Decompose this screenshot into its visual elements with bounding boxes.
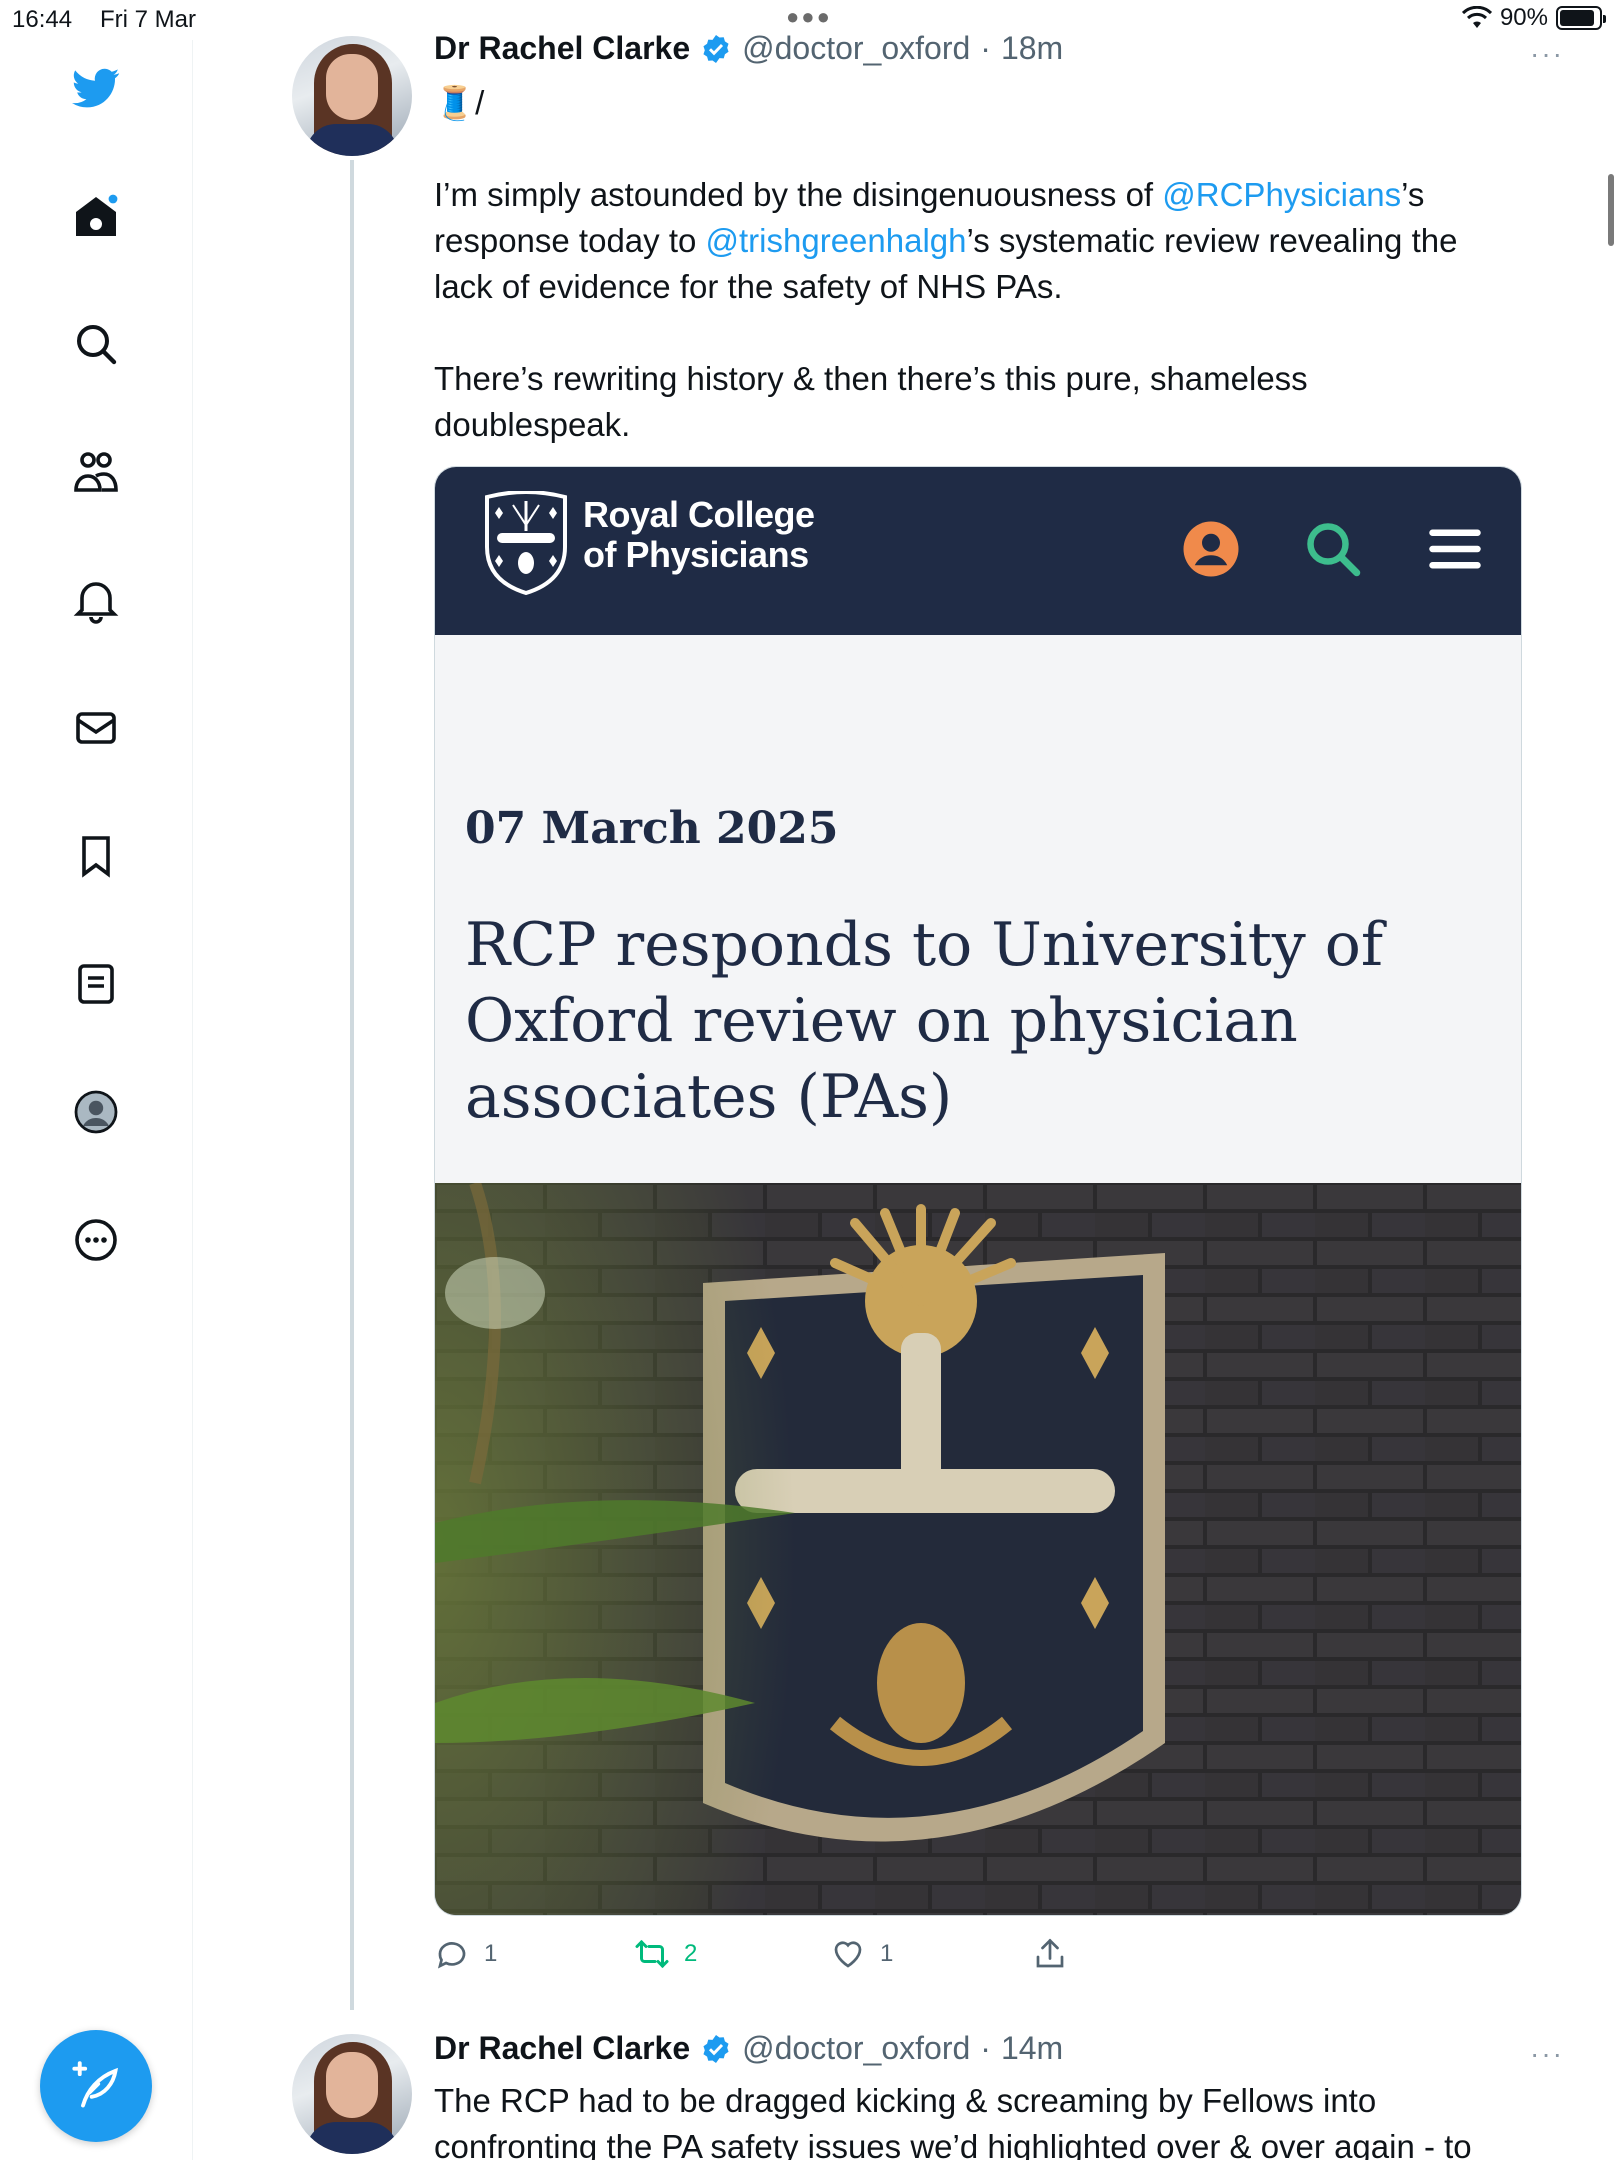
messages-envelope-icon[interactable]: [68, 700, 124, 756]
author-avatar[interactable]: [292, 2034, 412, 2154]
site-menu-icon: [1429, 529, 1481, 569]
like-count: 1: [880, 1940, 894, 1967]
reply-count: 1: [484, 1940, 498, 1967]
tweet-body: I’m simply astounded by the disingenuous…: [434, 172, 1504, 448]
tweet-time[interactable]: 18m: [1001, 30, 1063, 67]
tweet-body: The RCP had to be dragged kicking & scre…: [434, 2078, 1504, 2160]
reply-icon: [437, 1942, 466, 1969]
rcp-crest-logo: [485, 491, 567, 595]
article-date: 07 March 2025: [465, 803, 839, 854]
tweet-more-button[interactable]: ···: [1530, 2038, 1564, 2070]
verified-badge-icon: [703, 34, 729, 63]
timeline[interactable]: Dr Rachel Clarke @doctor_oxford · 18m ··…: [194, 0, 1620, 2160]
tweet-text-paragraph-2: There’s rewriting history & then there’s…: [434, 360, 1308, 443]
tweet-actions: 1 2 1: [434, 1936, 1134, 1976]
profile-avatar-icon[interactable]: [68, 1084, 124, 1140]
lists-icon[interactable]: [68, 956, 124, 1012]
status-date: Fri 7 Mar: [100, 6, 196, 33]
author-name[interactable]: Dr Rachel Clarke: [434, 2030, 690, 2067]
author-name[interactable]: Dr Rachel Clarke: [434, 30, 690, 67]
heart-icon: [834, 1941, 862, 1968]
sidebar: [0, 40, 193, 2160]
reply-button[interactable]: 1: [434, 1936, 497, 1972]
author-handle[interactable]: @doctor_oxford: [742, 2030, 970, 2067]
tweet-time[interactable]: 14m: [1001, 2030, 1063, 2067]
rcp-wordmark: Royal College of Physicians: [583, 495, 815, 575]
more-options-icon[interactable]: [68, 1212, 124, 1268]
tweet-more-button[interactable]: ···: [1530, 38, 1564, 70]
article-title: RCP responds to University of Oxford rev…: [465, 910, 1384, 1132]
scrollbar[interactable]: [1608, 174, 1614, 246]
article-image-crest-on-brick-wall: [435, 1183, 1521, 1915]
separator-dot: ·: [980, 2030, 991, 2066]
tweet-header: Dr Rachel Clarke @doctor_oxford · 14m: [434, 2030, 1063, 2067]
tweet-text-line: confronting the PA safety issues we’d hi…: [434, 2128, 1472, 2160]
status-time: 16:44: [12, 6, 73, 33]
retweet-button[interactable]: 2: [634, 1936, 697, 1972]
home-icon[interactable]: [68, 188, 124, 244]
thread-marker: 🧵/: [434, 84, 485, 121]
site-search-icon: [1307, 523, 1361, 577]
tweet-header: Dr Rachel Clarke @doctor_oxford · 18m: [434, 30, 1063, 67]
tweet-text-line: The RCP had to be dragged kicking & scre…: [434, 2082, 1377, 2119]
retweet-icon: [635, 1939, 669, 1969]
tweet-text-segment: I’m simply astounded by the disingenuous…: [434, 176, 1163, 213]
communities-icon[interactable]: [68, 444, 124, 500]
like-button[interactable]: 1: [830, 1936, 893, 1972]
retweet-count: 2: [684, 1940, 698, 1967]
mention-link[interactable]: @trishgreenhalgh: [706, 222, 967, 259]
thread-line: [350, 160, 354, 2010]
verified-badge-icon: [703, 2034, 729, 2063]
share-icon: [1036, 1938, 1064, 1968]
compose-button[interactable]: [40, 2030, 152, 2142]
share-button[interactable]: [1032, 1936, 1068, 1972]
link-preview-card[interactable]: Royal College of Physicians 07 March 202…: [434, 466, 1522, 1916]
account-icon: [1183, 521, 1239, 577]
twitter-bird-icon[interactable]: [68, 60, 124, 116]
mention-link[interactable]: @RCPhysicians: [1162, 176, 1401, 213]
rcp-wordmark-line-1: Royal College: [583, 494, 815, 535]
search-icon[interactable]: [68, 316, 124, 372]
compose-feather-icon: [72, 2061, 118, 2108]
author-handle[interactable]: @doctor_oxford: [742, 30, 970, 67]
rcp-wordmark-line-2: of Physicians: [583, 534, 809, 575]
bookmark-icon[interactable]: [68, 828, 124, 884]
rcp-site-header: Royal College of Physicians: [435, 467, 1521, 635]
separator-dot: ·: [980, 30, 991, 66]
notifications-bell-icon[interactable]: [68, 572, 124, 628]
author-avatar[interactable]: [292, 36, 412, 156]
